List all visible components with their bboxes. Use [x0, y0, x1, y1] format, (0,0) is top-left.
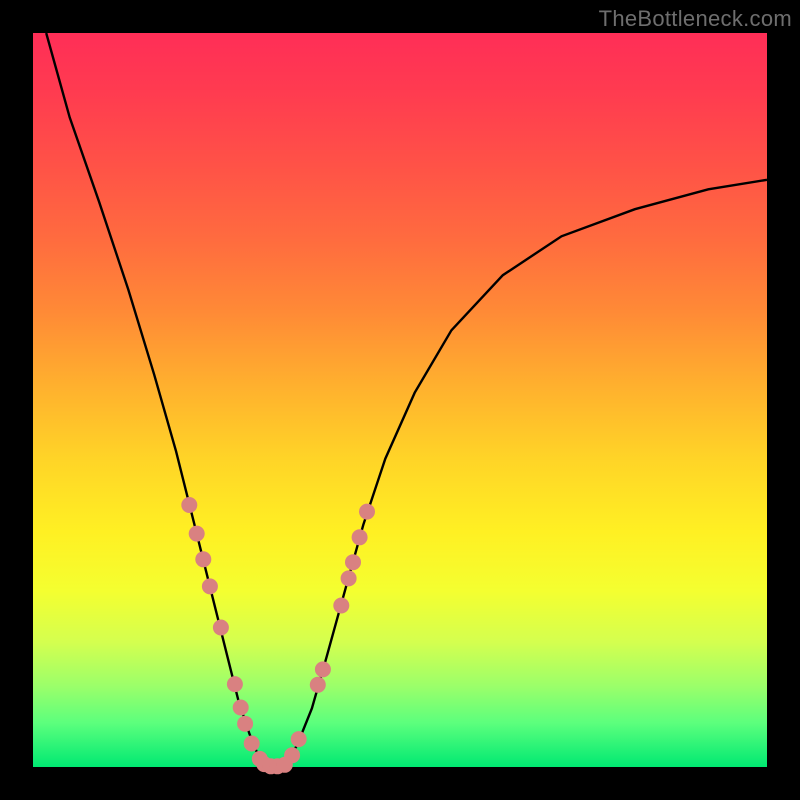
data-dot: [359, 504, 375, 520]
data-dot: [237, 716, 253, 732]
data-dot: [310, 677, 326, 693]
chart-frame: TheBottleneck.com: [0, 0, 800, 800]
data-dot: [341, 570, 357, 586]
dot-cluster: [181, 497, 375, 774]
data-dot: [345, 554, 361, 570]
watermark-text: TheBottleneck.com: [599, 6, 792, 32]
data-dot: [291, 731, 307, 747]
data-dot: [315, 661, 331, 677]
data-dot: [333, 598, 349, 614]
data-dot: [244, 736, 260, 752]
curve-layer: [33, 33, 767, 767]
data-dot: [195, 551, 211, 567]
data-dot: [352, 529, 368, 545]
data-dot: [213, 620, 229, 636]
data-dot: [233, 700, 249, 716]
data-dot: [227, 676, 243, 692]
data-dot: [189, 526, 205, 542]
data-dot: [181, 497, 197, 513]
data-dot: [284, 747, 300, 763]
plot-area: [33, 33, 767, 767]
v-curve: [46, 33, 767, 767]
data-dot: [202, 578, 218, 594]
